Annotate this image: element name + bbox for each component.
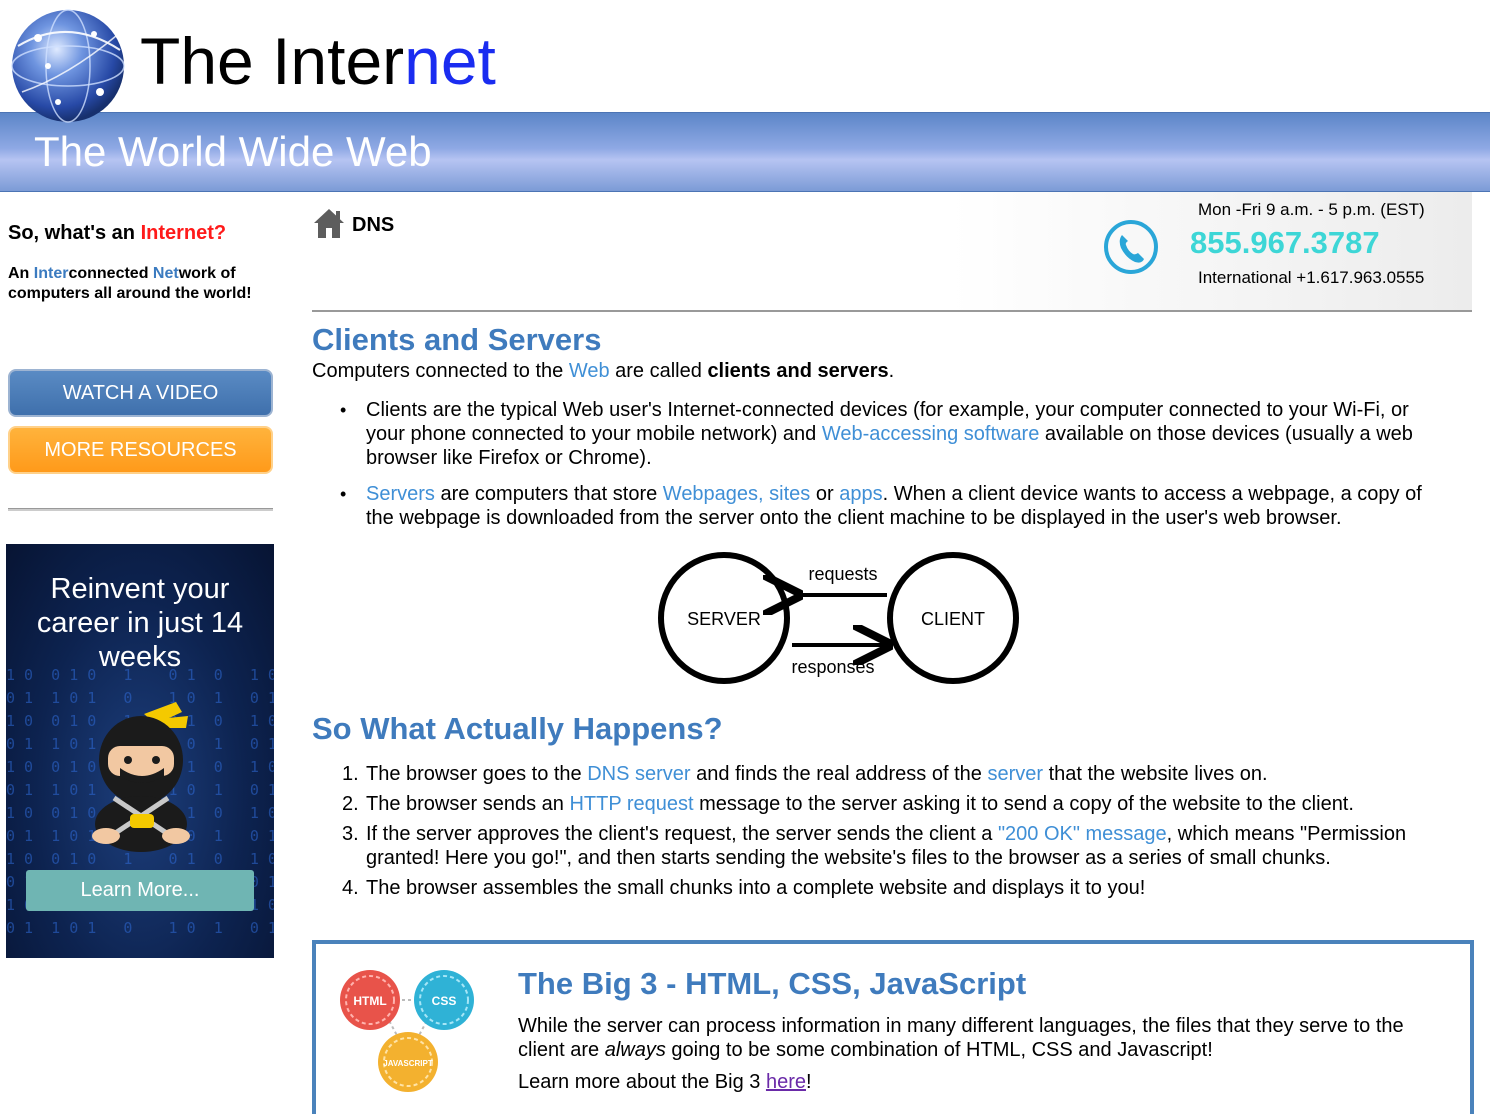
top-info-bar: DNS Mon -Fri 9 a.m. - 5 p.m. (EST) 855.9… — [312, 192, 1472, 312]
list-item: 4. The browser assembles the small chunk… — [342, 876, 1452, 900]
sidebar-question: So, what's an Internet? — [8, 222, 226, 245]
big3-text: While the server can process information… — [518, 1014, 1448, 1062]
bullet2-text-b: or — [810, 483, 840, 505]
step4-text-a: The browser assembles the small chunks i… — [366, 877, 1146, 899]
banner-title: The World Wide Web — [34, 128, 432, 175]
advertisement[interactable]: 1 0 0 1 0 1 0 1 0 1 0 0 1 1 0 1 0 1 0 1 … — [6, 544, 274, 958]
list-item: Servers are computers that store Webpage… — [340, 482, 1440, 530]
heading-clients-servers: Clients and Servers — [312, 322, 602, 357]
desc-part1: An — [8, 265, 34, 282]
ad-learn-more-button[interactable]: Learn More... — [26, 870, 254, 911]
site-title-part2: net — [404, 24, 496, 98]
desc-part4: Net — [152, 265, 179, 282]
css-badge-label: CSS — [432, 994, 457, 1008]
ninja-mascot-icon — [92, 702, 190, 852]
main-content: DNS Mon -Fri 9 a.m. - 5 p.m. (EST) 855.9… — [312, 192, 1474, 1114]
sidebar-question-prefix: So, what's an — [8, 222, 141, 244]
link-server[interactable]: server — [987, 763, 1043, 785]
step-number: 4. — [342, 877, 359, 899]
list-item: 3. If the server approves the client's r… — [342, 822, 1452, 870]
globe-logo-icon[interactable] — [8, 6, 128, 126]
big3-more-a: Learn more about the Big 3 — [518, 1071, 766, 1093]
step1-text-b: and finds the real address of the — [690, 763, 988, 785]
link-dns-server[interactable]: DNS server — [587, 763, 690, 785]
link-web[interactable]: Web — [569, 360, 610, 382]
intro-text-b: are called — [609, 360, 708, 382]
desc-part2: Inter — [33, 265, 69, 282]
html-badge-label: HTML — [353, 994, 386, 1008]
list-item: 2. The browser sends an HTTP request mes… — [342, 792, 1452, 816]
link-webpages-sites[interactable]: Webpages, sites — [663, 483, 811, 505]
big3-text-em: always — [604, 1039, 666, 1061]
banner: The World Wide Web — [0, 112, 1490, 192]
intro-bold: clients and servers — [707, 360, 889, 382]
support-hours: Mon -Fri 9 a.m. - 5 p.m. (EST) — [1198, 200, 1425, 219]
responses-label: responses — [791, 657, 874, 677]
step-number: 3. — [342, 823, 359, 845]
requests-label: requests — [808, 564, 877, 584]
step1-text-c: that the website lives on. — [1043, 763, 1268, 785]
phone-icon — [1104, 220, 1158, 274]
home-icon[interactable] — [312, 206, 346, 240]
list-item: 1. The browser goes to the DNS server an… — [342, 762, 1452, 786]
step1-text-a: The browser goes to the — [366, 763, 588, 785]
big3-title: The Big 3 - HTML, CSS, JavaScript — [518, 966, 1027, 1001]
link-apps[interactable]: apps — [839, 483, 882, 505]
site-header: The Internet — [0, 0, 1490, 123]
client-label: CLIENT — [921, 609, 985, 629]
step2-text-b: message to the server asking it to send … — [693, 793, 1354, 815]
site-title[interactable]: The Internet — [140, 22, 496, 100]
watch-video-button[interactable]: WATCH A VIDEO — [8, 369, 273, 417]
step-number: 2. — [342, 793, 359, 815]
sidebar-question-highlight: Internet? — [140, 222, 227, 244]
big3-text-b: going to be some combination of HTML, CS… — [665, 1039, 1213, 1061]
ad-title: Reinvent your career in just 14 weeks — [36, 573, 244, 673]
desc-part3: connected — [68, 265, 153, 282]
server-label: SERVER — [687, 609, 761, 629]
client-server-diagram: SERVER CLIENT requests responses — [658, 552, 1019, 684]
step2-text-a: The browser sends an — [366, 793, 570, 815]
step-number: 1. — [342, 763, 359, 785]
breadcrumb[interactable]: DNS — [352, 214, 394, 237]
more-resources-button[interactable]: MORE RESOURCES — [8, 426, 273, 474]
big3-more-b: ! — [805, 1071, 812, 1093]
clients-servers-list: Clients are the typical Web user's Inter… — [340, 398, 1440, 542]
bullet2-text-a: are computers that store — [434, 483, 663, 505]
list-item: Clients are the typical Web user's Inter… — [340, 398, 1440, 470]
intro-paragraph: Computers connected to the Web are calle… — [312, 359, 1452, 383]
intro-text-c: . — [888, 360, 895, 382]
intro-text-a: Computers connected to the — [312, 360, 569, 382]
big3-learn-more: Learn more about the Big 3 here! — [518, 1070, 812, 1094]
link-200-ok[interactable]: "200 OK" message — [998, 823, 1167, 845]
big3-here-link[interactable]: here — [766, 1071, 806, 1093]
sidebar-description: An Interconnected Network of computers a… — [8, 264, 278, 304]
heading-what-happens: So What Actually Happens? — [312, 711, 723, 746]
sidebar-divider — [8, 508, 273, 511]
step3-text-a: If the server approves the client's requ… — [366, 823, 998, 845]
link-http-request[interactable]: HTTP request — [569, 793, 693, 815]
sidebar: So, what's an Internet? An Interconnecte… — [0, 192, 290, 1114]
link-servers[interactable]: Servers — [366, 483, 435, 505]
big3-callout: HTML CSS JAVASCRIPT The Big 3 - HTML, CS… — [312, 940, 1474, 1114]
js-badge-label: JAVASCRIPT — [383, 1059, 433, 1068]
international-phone: International +1.617.963.0555 — [1198, 268, 1425, 287]
phone-number[interactable]: 855.967.3787 — [1190, 225, 1380, 261]
link-web-accessing-software[interactable]: Web-accessing software — [822, 423, 1040, 445]
steps-list: 1. The browser goes to the DNS server an… — [342, 762, 1452, 906]
site-title-part1: The Inter — [140, 24, 405, 98]
html-css-js-badges-icon: HTML CSS JAVASCRIPT — [340, 970, 474, 1092]
